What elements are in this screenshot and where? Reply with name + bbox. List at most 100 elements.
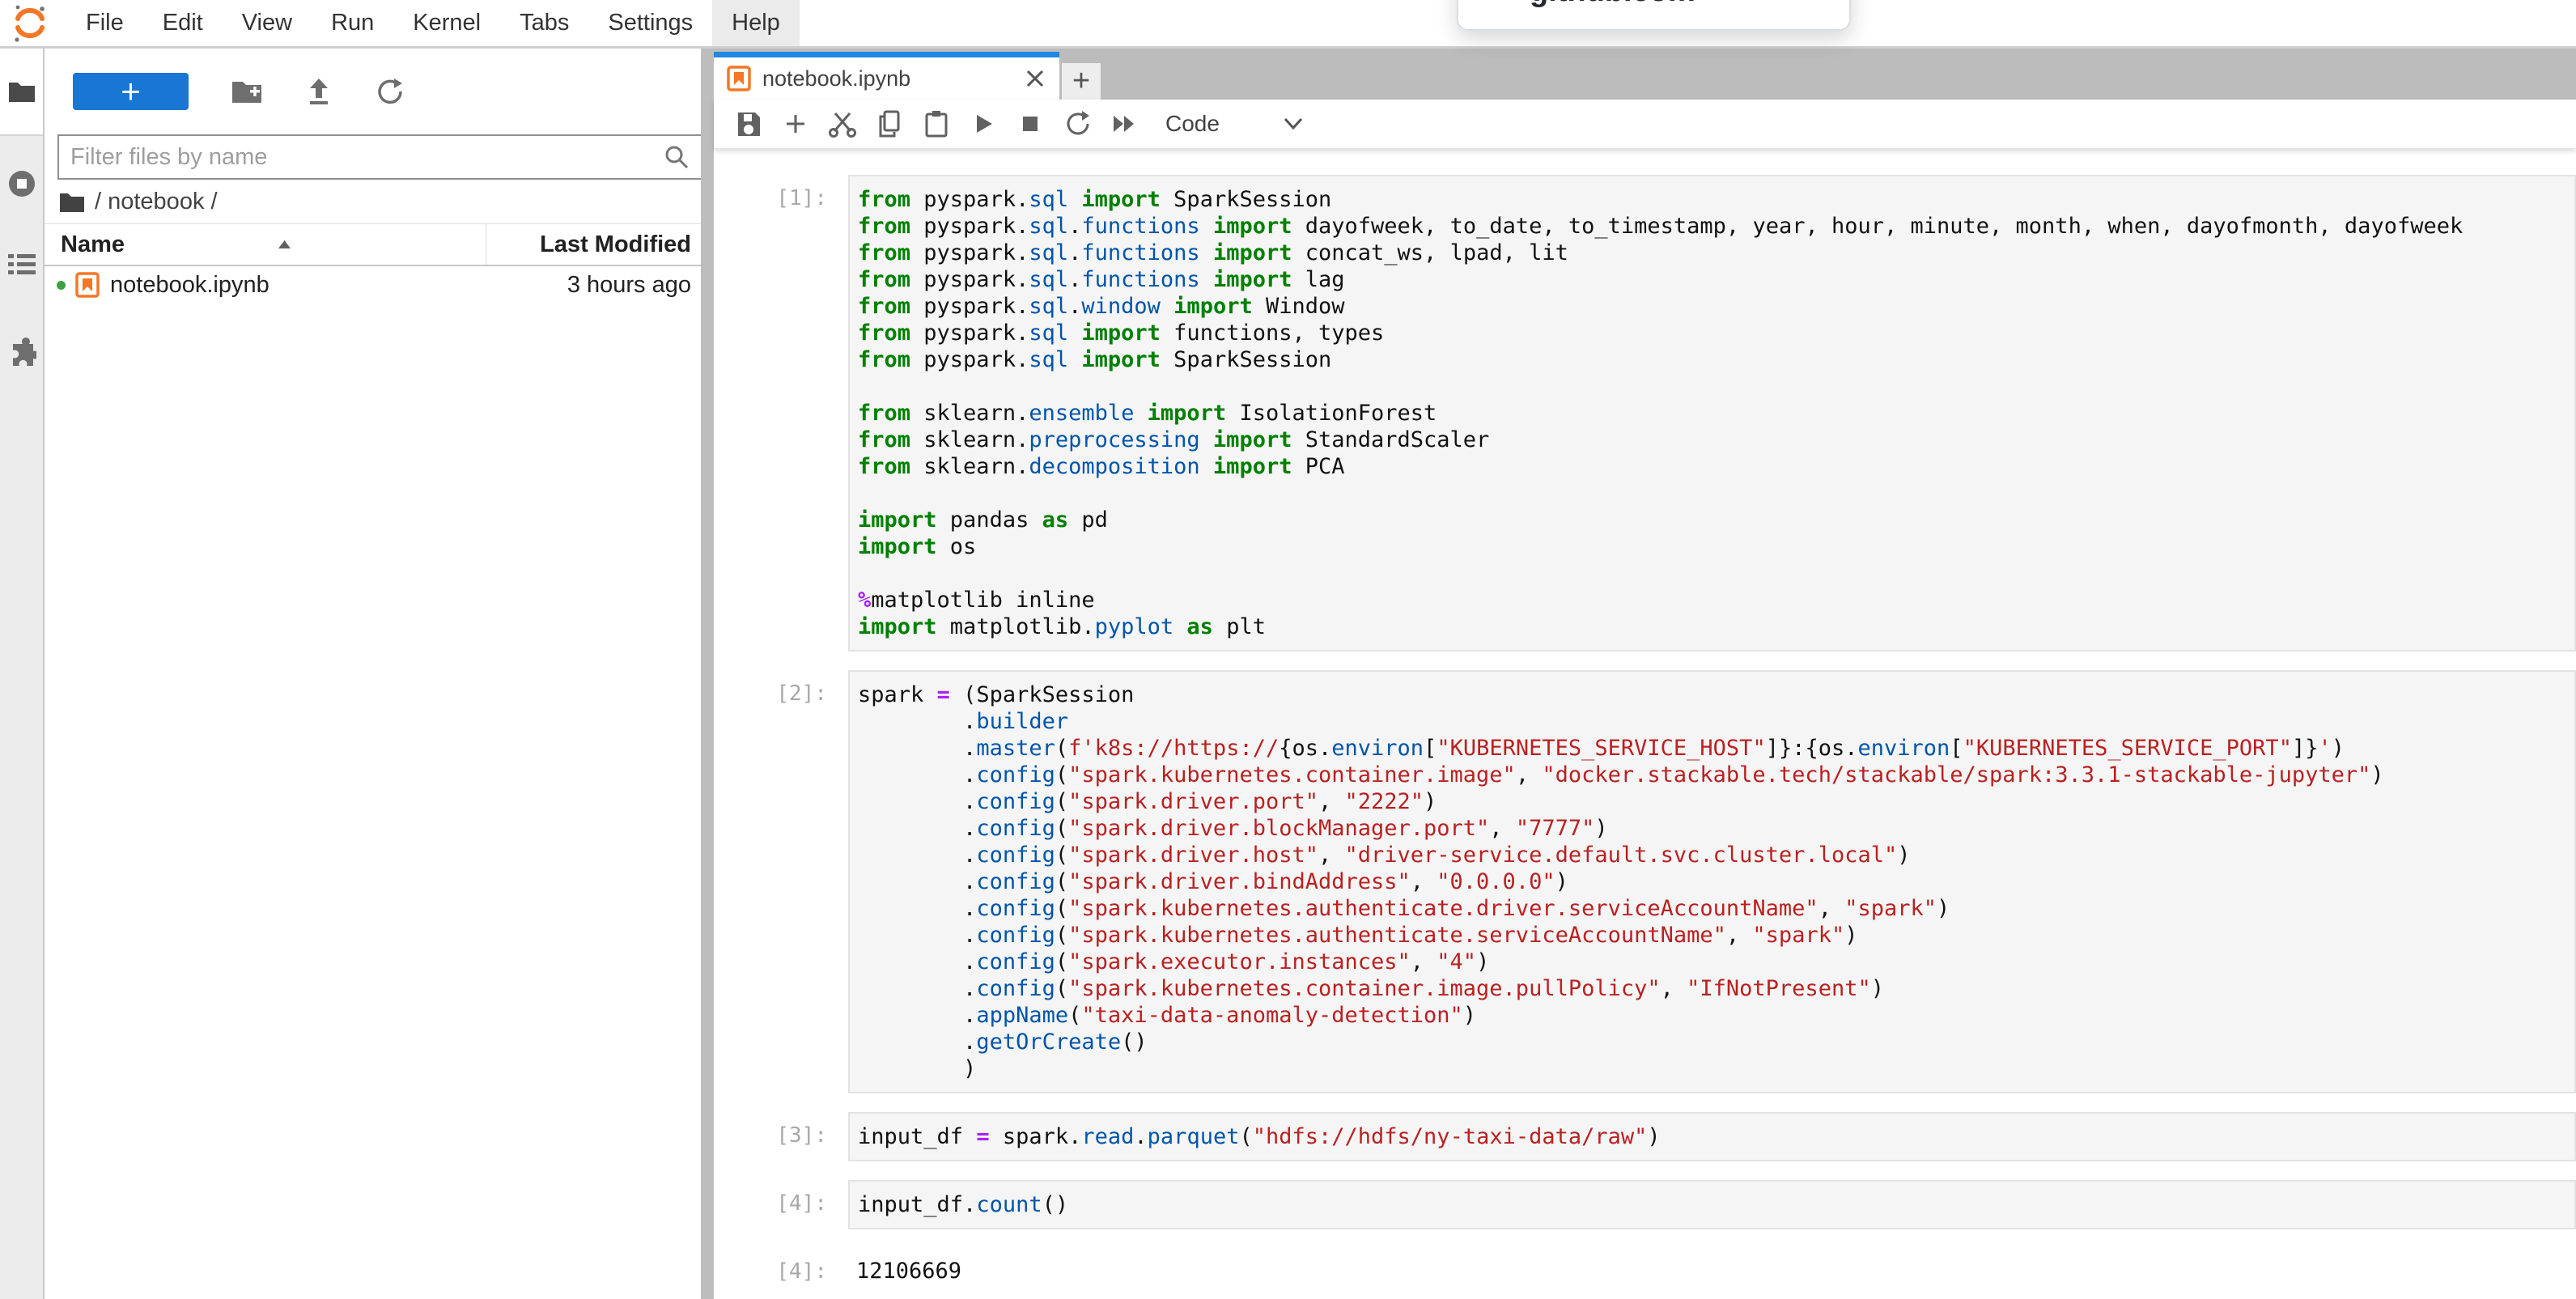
code-line: from pyspark.sql import SparkSession [858, 186, 2574, 213]
code-line: import matplotlib.pyplot as plt [858, 613, 2574, 640]
add-cell-icon[interactable] [772, 112, 819, 135]
kernel-running-dot [57, 281, 66, 290]
code-cell[interactable]: [1]:from pyspark.sql import SparkSession… [714, 175, 2576, 652]
code-line: spark = (SparkSession [858, 681, 2574, 708]
code-line: .getOrCreate() [858, 1029, 2574, 1055]
new-launcher-button[interactable]: + [73, 73, 189, 110]
stop-icon[interactable] [1007, 112, 1054, 135]
cell-type-dropdown[interactable]: Code [1165, 111, 1220, 137]
input-prompt: [4]: [714, 1180, 848, 1229]
file-list-header: Name Last Modified [45, 223, 701, 266]
menu-kernel[interactable]: Kernel [393, 0, 500, 46]
code-line [858, 373, 2574, 400]
code-cell[interactable]: [4]: input_df.count() [714, 1180, 2576, 1229]
column-header-name[interactable]: Name [45, 231, 486, 258]
tab-notebook[interactable]: notebook.ipynb [714, 52, 1059, 100]
code-line: from pyspark.sql.functions import lag [858, 266, 2574, 293]
input-prompt: [2]: [714, 670, 848, 1093]
file-row-notebook[interactable]: notebook.ipynb 3 hours ago [45, 266, 701, 304]
cell-code-editor[interactable]: input_df = spark.read.parquet("hdfs://hd… [848, 1112, 2576, 1161]
code-line: %matplotlib inline [858, 587, 2574, 613]
file-name: notebook.ipynb [110, 272, 567, 299]
close-tab-icon[interactable] [1024, 67, 1046, 90]
refresh-icon[interactable] [375, 77, 404, 106]
code-line: .config("spark.kubernetes.container.imag… [858, 762, 2574, 788]
new-folder-icon[interactable] [231, 78, 263, 105]
save-icon[interactable] [725, 111, 772, 137]
table-of-contents-icon[interactable] [8, 253, 36, 281]
main-menu-bar: File Edit View Run Kernel Tabs Settings … [0, 0, 2576, 49]
code-line: 12106669 [856, 1258, 2576, 1284]
github-popup[interactable]: github.com [1457, 0, 1851, 31]
cell-code-editor[interactable]: from pyspark.sql import SparkSessionfrom… [848, 175, 2576, 652]
search-icon [664, 144, 690, 170]
menu-edit[interactable]: Edit [143, 0, 223, 46]
code-line: .config("spark.driver.bindAddress", "0.0… [858, 868, 2574, 895]
output-cell[interactable]: [4]: 12106669 [714, 1248, 2576, 1294]
cell-output-area[interactable]: 12106669 [848, 1248, 2576, 1294]
copy-icon[interactable] [866, 110, 913, 138]
code-line: .builder [858, 708, 2574, 735]
code-line: import pandas as pd [858, 507, 2574, 533]
cell-code-editor[interactable]: input_df.count() [848, 1180, 2576, 1229]
cut-icon[interactable] [819, 110, 866, 138]
menu-help[interactable]: Help [712, 0, 800, 46]
jupyter-logo-icon [11, 3, 49, 44]
column-header-last-modified[interactable]: Last Modified [486, 224, 701, 265]
code-line: from pyspark.sql import SparkSession [858, 346, 2574, 373]
file-browser-icon[interactable] [8, 79, 36, 108]
filter-placeholder: Filter files by name [70, 144, 664, 171]
file-browser-toolbar: + [45, 49, 701, 123]
code-line: from sklearn.decomposition import PCA [858, 453, 2574, 480]
notebook-content[interactable]: [1]:from pyspark.sql import SparkSession… [714, 149, 2576, 1299]
filter-files-input[interactable]: Filter files by name [57, 134, 702, 180]
notebook-panel: notebook.ipynb + [714, 49, 2576, 1299]
code-line: from pyspark.sql.functions import concat… [858, 240, 2574, 266]
running-sessions-icon[interactable] [6, 168, 37, 203]
panel-splitter[interactable] [701, 49, 714, 1299]
input-prompt: [1]: [714, 175, 848, 652]
menu-tabs[interactable]: Tabs [500, 0, 588, 46]
code-line: from sklearn.preprocessing import Standa… [858, 427, 2574, 453]
restart-kernel-icon[interactable] [1054, 110, 1101, 138]
cell-code-editor[interactable]: spark = (SparkSession .builder .master(f… [848, 670, 2576, 1093]
code-line [858, 560, 2574, 587]
code-line: .config("spark.kubernetes.container.imag… [858, 975, 2574, 1002]
input-prompt: [3]: [714, 1112, 848, 1161]
chevron-down-icon[interactable] [1283, 117, 1304, 131]
tab-title: notebook.ipynb [762, 66, 910, 91]
breadcrumb[interactable]: / notebook / [45, 180, 701, 223]
new-tab-button[interactable]: + [1062, 63, 1101, 100]
code-line: .master(f'k8s://https://{os.environ["KUB… [858, 735, 2574, 762]
breadcrumb-path: / notebook / [95, 189, 218, 215]
dock-tab-bar: notebook.ipynb + [714, 49, 2576, 100]
menu-view[interactable]: View [223, 0, 312, 46]
extensions-icon[interactable] [7, 337, 36, 371]
menu-file[interactable]: File [66, 0, 143, 46]
code-cell[interactable]: [2]:spark = (SparkSession .builder .mast… [714, 670, 2576, 1093]
code-line: .config("spark.driver.blockManager.port"… [858, 815, 2574, 842]
output-prompt: [4]: [714, 1248, 848, 1294]
notebook-tab-icon [727, 66, 751, 91]
menu-run[interactable]: Run [312, 0, 393, 46]
code-line: input_df = spark.read.parquet("hdfs://hd… [858, 1123, 2574, 1150]
code-line: from pyspark.sql import functions, types [858, 320, 2574, 346]
paste-icon[interactable] [913, 110, 960, 138]
notebook-toolbar: Code [714, 100, 2576, 149]
code-line: .appName("taxi-data-anomaly-detection") [858, 1002, 2574, 1029]
code-line: .config("spark.kubernetes.authenticate.s… [858, 922, 2574, 949]
file-browser-panel: + Filter files by nam [45, 49, 701, 1299]
upload-icon[interactable] [305, 77, 333, 106]
menu-settings[interactable]: Settings [588, 0, 712, 46]
code-line: ) [858, 1055, 2574, 1082]
code-line: input_df.count() [858, 1191, 2574, 1218]
run-icon[interactable] [960, 112, 1007, 135]
code-line: .config("spark.driver.host", "driver-ser… [858, 842, 2574, 868]
file-modified: 3 hours ago [567, 272, 701, 299]
github-popup-title: github.com [1530, 0, 1695, 9]
restart-run-all-icon[interactable] [1101, 112, 1148, 135]
code-line [858, 480, 2574, 507]
notebook-file-icon [75, 272, 100, 298]
code-cell[interactable]: [3]: input_df = spark.read.parquet("hdfs:… [714, 1112, 2576, 1161]
home-folder-icon [59, 191, 85, 213]
